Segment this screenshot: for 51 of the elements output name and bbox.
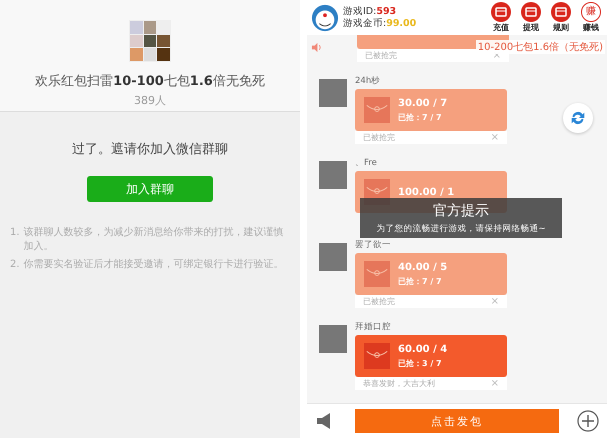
packet-footer: 已被抢完 × (355, 131, 507, 144)
envelope-icon (364, 342, 390, 370)
packet-grabbed-count: 已抢：3 / 7 (398, 358, 443, 368)
sender-name: 、Fre (355, 158, 378, 169)
envelope-icon (364, 260, 390, 288)
packet-amount: 30.00 / 7 (398, 98, 448, 108)
packet-footer: 恭喜发财，大吉大利 × (355, 377, 507, 390)
game-id-label: 游戏ID: (343, 6, 376, 18)
note-number: 1. (10, 226, 20, 240)
group-title: 欢乐红包扫雷10-100七包1.6倍无免死 (35, 73, 265, 90)
photo-placeholder (319, 325, 347, 353)
game-coins-label: 游戏金币: (343, 18, 386, 28)
photo-placeholder (319, 243, 347, 271)
refresh-icon (569, 109, 587, 127)
header-action-button[interactable]: 提现 (519, 2, 543, 33)
photo-placeholder (319, 161, 347, 189)
packet-card[interactable]: 60.00 / 4 已抢：3 / 7 (355, 335, 507, 377)
send-packet-button[interactable]: 点击发包 (355, 409, 559, 433)
note-text: 该群聊人数较多，为减少新消息给你带来的打扰，建议谨慎加入。 (24, 226, 285, 254)
packet-amount: 100.00 / 1 (398, 186, 454, 198)
sender-name: 罢了欲一 (355, 240, 392, 251)
group-avatar (129, 20, 171, 62)
marquee-text: 10-200七包1.6倍（无免死) (476, 40, 605, 54)
note-text: 你需要实名验证后才能接受邀请，可绑定银行卡进行验证。 (24, 258, 284, 272)
envelope-icon (364, 96, 390, 124)
header-action-button[interactable]: 规则 (549, 2, 573, 33)
header-action-button[interactable]: 充值 (489, 2, 513, 33)
packet-grabbed-count: 已抢：7 / 7 (398, 276, 443, 286)
cartoon-avatar-icon (311, 4, 339, 32)
packet-footer: 已被抢完 × (357, 49, 509, 62)
sender-name: 拜婚口腔 (355, 322, 392, 333)
photo-placeholder (319, 79, 347, 107)
packet-amount: 40.00 / 5 (398, 262, 448, 272)
toast-text: 为了您的流畅进行游戏，请保持网络畅通~ (376, 222, 546, 234)
add-icon[interactable] (577, 410, 599, 432)
earn-badge: 赚 (581, 2, 601, 22)
packet-amount: 60.00 / 4 (398, 344, 448, 354)
join-group-button[interactable]: 加入群聊 (87, 176, 213, 202)
game-id-value: 593 (376, 6, 396, 18)
sender-name: 24h杪 (355, 76, 382, 87)
header-action-button[interactable]: 赚 赚钱 (579, 2, 603, 33)
packet-card[interactable]: 40.00 / 5 已抢：7 / 7 (355, 253, 507, 295)
packet-footer: 已被抢完 × (355, 295, 507, 308)
packet-grabbed-count: 已抢：7 / 7 (398, 112, 443, 122)
refresh-button[interactable] (563, 103, 593, 133)
game-coins-value: 99.00 (386, 18, 416, 28)
note-number: 2. (10, 258, 20, 272)
invite-message: 过了。遮请你加入微信群聊 (72, 141, 228, 158)
member-count: 389人 (134, 93, 166, 108)
packet-card[interactable]: 30.00 / 7 已抢：7 / 7 (355, 89, 507, 131)
speaker-icon (311, 42, 322, 52)
